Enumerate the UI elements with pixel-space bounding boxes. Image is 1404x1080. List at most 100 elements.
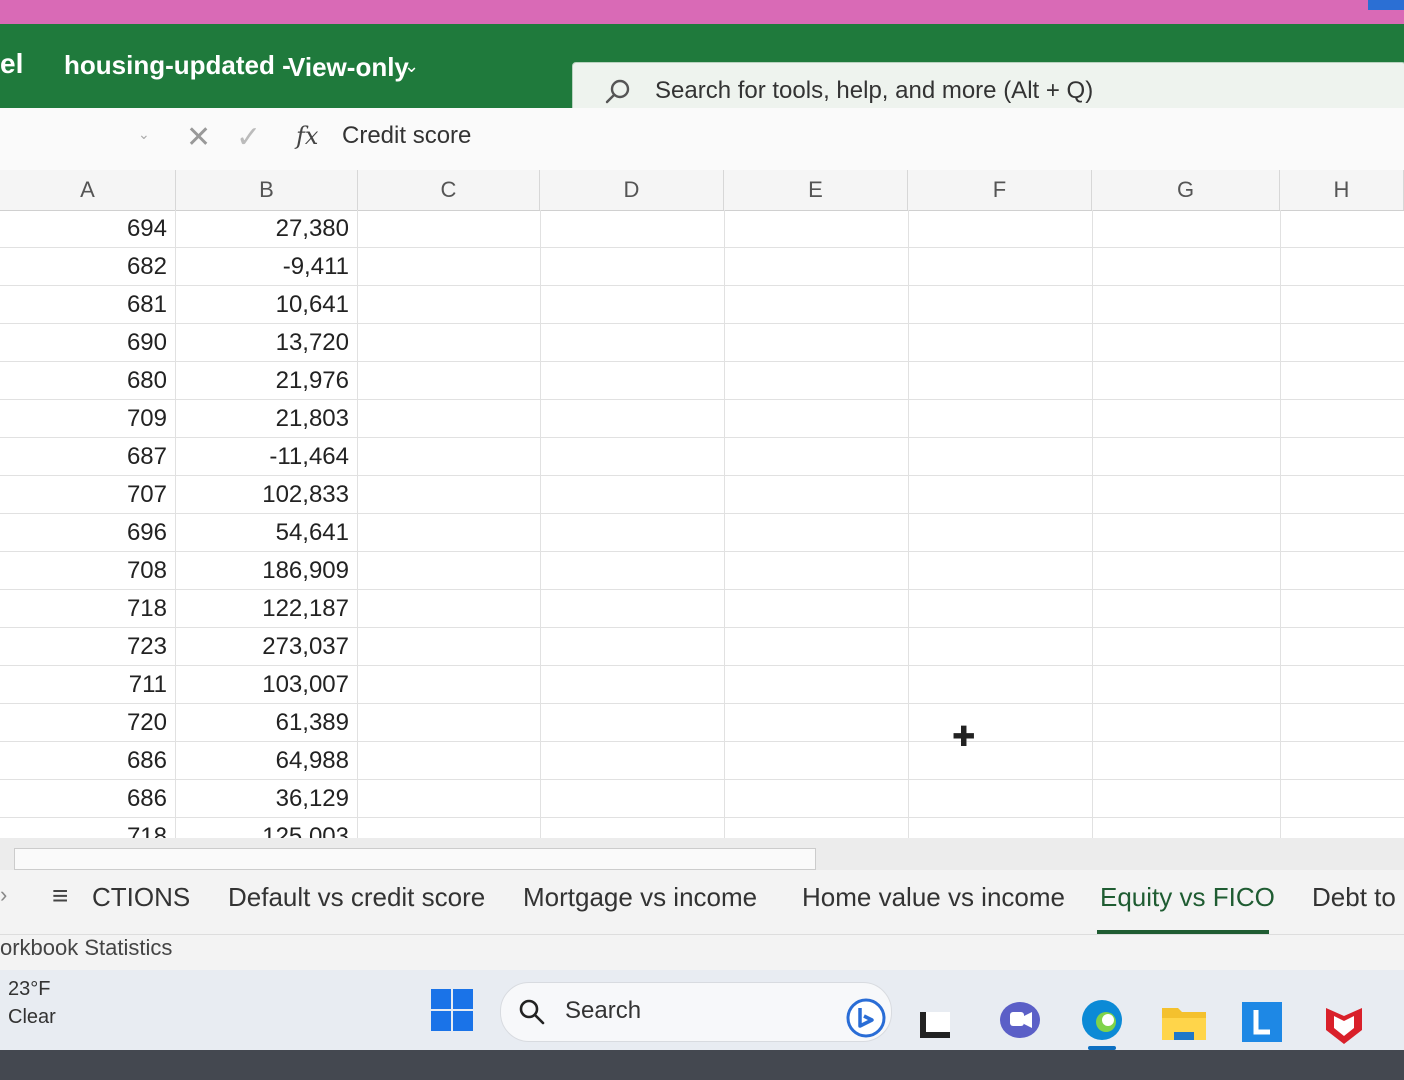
windows-start-icon[interactable]: [430, 988, 474, 1032]
chevron-down-icon[interactable]: ⌄: [138, 126, 150, 143]
teams-chat-icon[interactable]: [996, 998, 1044, 1042]
cell-b[interactable]: 36,129: [176, 780, 358, 818]
cell-b[interactable]: 27,380: [176, 210, 358, 248]
cell-a[interactable]: 707: [0, 476, 176, 514]
tab-debt-to[interactable]: Debt to: [1312, 882, 1396, 913]
cell-b[interactable]: -11,464: [176, 438, 358, 476]
file-explorer-icon[interactable]: [1160, 1002, 1208, 1042]
cell-b[interactable]: 103,007: [176, 666, 358, 704]
tab-home-value-vs-income[interactable]: Home value vs income: [802, 882, 1065, 913]
bing-icon[interactable]: [846, 998, 886, 1038]
spreadsheet-grid[interactable]: A B C D E F G H 694 27,380 682 -9,411 681 1…: [0, 170, 1404, 838]
column-header-a[interactable]: A: [0, 170, 176, 210]
taskbar-search[interactable]: Search: [500, 982, 892, 1042]
cell-a[interactable]: 718: [0, 818, 176, 838]
table-row: 690 13,720: [0, 324, 1404, 362]
table-row: 718 122,187: [0, 590, 1404, 628]
column-header-e[interactable]: E: [724, 170, 908, 210]
table-row: 709 21,803: [0, 400, 1404, 438]
sheet-tabs: › ≡ CTIONS Default vs credit score Mortg…: [0, 870, 1404, 934]
view-mode-dropdown[interactable]: View-only: [288, 52, 409, 83]
blue-corner: [1368, 0, 1404, 10]
table-row: 680 21,976: [0, 362, 1404, 400]
cell-b[interactable]: 21,976: [176, 362, 358, 400]
cell-a[interactable]: 687: [0, 438, 176, 476]
mcafee-icon[interactable]: [1322, 1002, 1366, 1046]
task-view-icon[interactable]: [918, 1004, 954, 1040]
column-header-b[interactable]: B: [176, 170, 358, 210]
tab-ctions[interactable]: CTIONS: [92, 882, 190, 913]
check-icon[interactable]: ✓: [236, 120, 261, 155]
app-name: el: [0, 48, 24, 79]
search-placeholder: Search for tools, help, and more (Alt + …: [655, 77, 1094, 104]
cell-a[interactable]: 696: [0, 514, 176, 552]
table-row: 686 64,988: [0, 742, 1404, 780]
cell-a[interactable]: 720: [0, 704, 176, 742]
cell-a[interactable]: 682: [0, 248, 176, 286]
table-row: 694 27,380: [0, 210, 1404, 248]
cell-a[interactable]: 686: [0, 780, 176, 818]
column-header-h[interactable]: H: [1280, 170, 1404, 210]
cell-a[interactable]: 711: [0, 666, 176, 704]
table-row: 696 54,641: [0, 514, 1404, 552]
chevron-right-icon[interactable]: ›: [0, 882, 7, 908]
table-row: 682 -9,411: [0, 248, 1404, 286]
cell-b[interactable]: -9,411: [176, 248, 358, 286]
cell-b[interactable]: 13,720: [176, 324, 358, 362]
formula-bar: ⌄ ✕ ✓ fx Credit score: [0, 108, 1404, 171]
fx-icon[interactable]: fx: [296, 122, 318, 150]
cell-a[interactable]: 723: [0, 628, 176, 666]
weather-temp[interactable]: 23°F: [8, 978, 50, 1001]
column-header-f[interactable]: F: [908, 170, 1092, 210]
table-row: 707 102,833: [0, 476, 1404, 514]
tab-mortgage-vs-income[interactable]: Mortgage vs income: [523, 882, 757, 913]
cell-b[interactable]: 273,037: [176, 628, 358, 666]
horizontal-scrollbar[interactable]: [0, 838, 1404, 870]
table-row: 687 -11,464: [0, 438, 1404, 476]
l-app-icon[interactable]: [1240, 1000, 1284, 1044]
cell-b[interactable]: 10,641: [176, 286, 358, 324]
search-icon: [605, 79, 630, 104]
table-row: 720 61,389: [0, 704, 1404, 742]
edge-icon[interactable]: [1078, 998, 1126, 1050]
table-row: 723 273,037: [0, 628, 1404, 666]
column-headers: A B C D E F G H: [0, 170, 1404, 211]
table-row: 711 103,007: [0, 666, 1404, 704]
cell-a[interactable]: 694: [0, 210, 176, 248]
cell-a[interactable]: 690: [0, 324, 176, 362]
table-row: 718 125,003: [0, 818, 1404, 838]
cell-b[interactable]: 64,988: [176, 742, 358, 780]
column-header-g[interactable]: G: [1092, 170, 1280, 210]
table-row: 681 10,641: [0, 286, 1404, 324]
chevron-down-icon[interactable]: ⌄: [404, 56, 419, 77]
cell-a[interactable]: 681: [0, 286, 176, 324]
cell-b[interactable]: 186,909: [176, 552, 358, 590]
cell-b[interactable]: 102,833: [176, 476, 358, 514]
screen-bottom-bezel: [0, 1050, 1404, 1080]
cell-b[interactable]: 125,003: [176, 818, 358, 838]
cell-a[interactable]: 718: [0, 590, 176, 628]
tab-equity-vs-fico[interactable]: Equity vs FICO: [1100, 882, 1275, 913]
tab-default-vs-credit-score[interactable]: Default vs credit score: [228, 882, 485, 913]
status-bar: orkbook Statistics: [0, 934, 1404, 971]
workbook-statistics[interactable]: orkbook Statistics: [0, 935, 172, 961]
column-header-d[interactable]: D: [540, 170, 724, 210]
cell-a[interactable]: 686: [0, 742, 176, 780]
cell-b[interactable]: 54,641: [176, 514, 358, 552]
table-row: 708 186,909: [0, 552, 1404, 590]
taskbar: 23°F Clear Search: [0, 970, 1404, 1050]
document-title[interactable]: housing-updated -: [64, 50, 291, 81]
formula-content[interactable]: Credit score: [342, 122, 471, 150]
scrollbar-thumb[interactable]: [14, 848, 816, 870]
cell-b[interactable]: 21,803: [176, 400, 358, 438]
cell-b[interactable]: 122,187: [176, 590, 358, 628]
cell-b[interactable]: 61,389: [176, 704, 358, 742]
hamburger-menu-icon[interactable]: ≡: [52, 880, 68, 912]
cell-a[interactable]: 680: [0, 362, 176, 400]
column-header-c[interactable]: C: [358, 170, 540, 210]
close-icon[interactable]: ✕: [186, 120, 211, 155]
table-row: 686 36,129: [0, 780, 1404, 818]
weather-desc[interactable]: Clear: [8, 1006, 56, 1029]
cell-a[interactable]: 708: [0, 552, 176, 590]
cell-a[interactable]: 709: [0, 400, 176, 438]
